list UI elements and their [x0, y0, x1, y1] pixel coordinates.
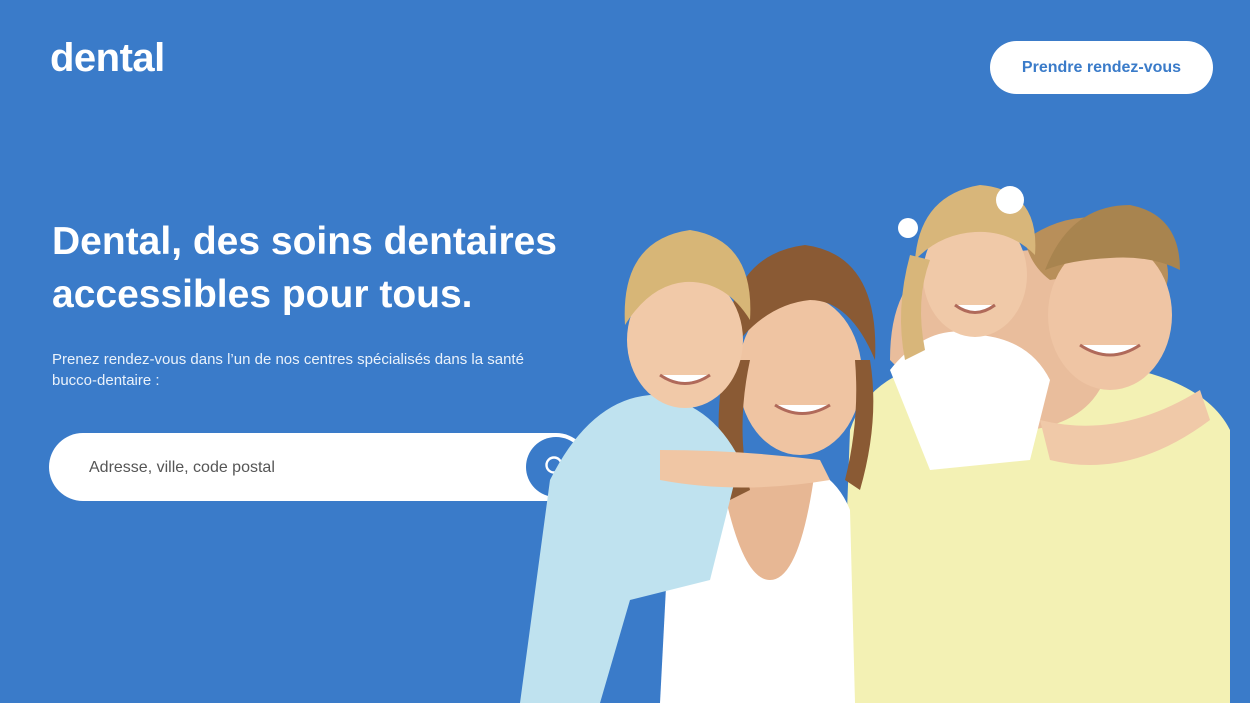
search-input[interactable] — [87, 433, 511, 503]
search-bar — [49, 433, 590, 503]
logo[interactable]: dental — [50, 38, 165, 78]
man-figure — [840, 205, 1230, 703]
hero-subtitle: Prenez rendez-vous dans l’un de nos cent… — [52, 351, 524, 389]
book-appointment-button[interactable]: Prendre rendez-vous — [990, 41, 1213, 94]
family-photo — [520, 185, 1230, 703]
